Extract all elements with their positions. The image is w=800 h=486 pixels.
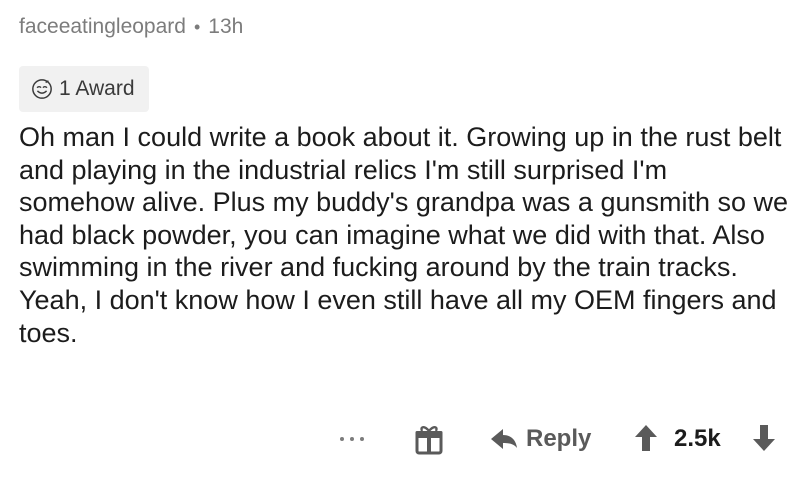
award-badge[interactable]: 1 Award bbox=[19, 66, 149, 112]
more-icon-dot bbox=[340, 437, 344, 441]
gift-icon[interactable] bbox=[414, 423, 444, 455]
comment-age[interactable]: 13h bbox=[208, 15, 243, 39]
vote-score: 2.5k bbox=[674, 425, 721, 452]
reply-button[interactable]: Reply bbox=[489, 421, 591, 457]
comment: faceeatingleopard • 13h 1 Award Oh man I… bbox=[0, 0, 800, 486]
more-icon-dot bbox=[350, 437, 354, 441]
reply-label: Reply bbox=[526, 425, 592, 452]
author-link[interactable]: faceeatingleopard bbox=[19, 15, 186, 39]
more-icon-dot bbox=[360, 437, 364, 441]
comment-meta: faceeatingleopard • 13h bbox=[19, 15, 243, 39]
award-icon bbox=[32, 79, 52, 99]
more-options-button[interactable] bbox=[340, 431, 364, 447]
reply-icon bbox=[491, 429, 517, 449]
meta-separator: • bbox=[193, 16, 201, 37]
upvote-icon[interactable] bbox=[634, 423, 658, 453]
award-label: 1 Award bbox=[59, 77, 135, 100]
comment-body: Oh man I could write a book about it. Gr… bbox=[19, 122, 789, 348]
downvote-icon[interactable] bbox=[752, 423, 776, 453]
